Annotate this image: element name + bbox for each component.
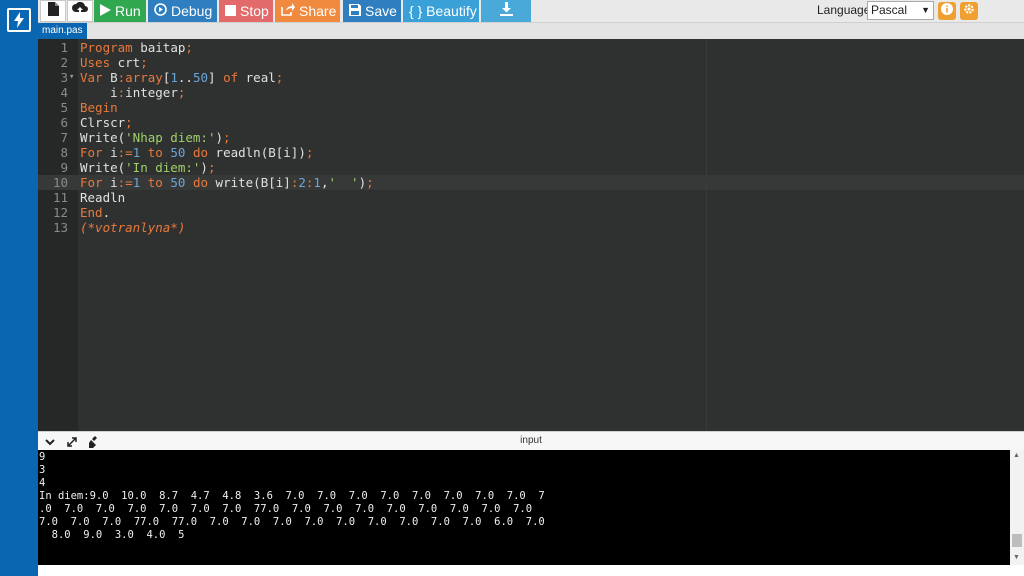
line-number: 9 xyxy=(60,160,68,175)
code-text: Readln xyxy=(80,190,126,205)
code-text: Clrscr; xyxy=(80,115,133,130)
code-text: Program baitap; xyxy=(80,40,193,55)
run-button[interactable]: Run xyxy=(94,0,146,22)
beautify-button[interactable]: { } Beautify xyxy=(403,0,479,22)
code-line[interactable]: 11 Readln xyxy=(38,190,1024,205)
info-icon xyxy=(941,2,953,20)
code-editor[interactable]: 1 Program baitap; 2 Uses crt; 3 ▾ Var B:array[… xyxy=(38,39,1024,431)
scroll-down-icon[interactable]: ▼ xyxy=(1013,554,1020,561)
code-line[interactable]: 2 Uses crt; xyxy=(38,55,1024,70)
code-line[interactable]: 4 i:integer; xyxy=(38,85,1024,100)
download-icon xyxy=(499,0,513,22)
code-line[interactable]: 12 End. xyxy=(38,205,1024,220)
line-number: 11 xyxy=(52,190,68,205)
code-text: For i:=1 to 50 do readln(B[i]); xyxy=(80,145,314,160)
upload-icon xyxy=(72,0,88,22)
console-line: 4 xyxy=(39,477,46,489)
save-label: Save xyxy=(365,3,397,19)
code-text: Write('In diem:'); xyxy=(80,160,216,175)
line-number: 4 xyxy=(60,85,68,100)
beautify-label: { } Beautify xyxy=(409,3,477,19)
code-text: (*votranlyna*) xyxy=(80,220,186,235)
line-number: 8 xyxy=(60,145,68,160)
scroll-up-icon[interactable]: ▲ xyxy=(1013,452,1020,459)
line-number: 3 xyxy=(60,70,68,85)
settings-button[interactable] xyxy=(960,2,978,20)
toolbar: Run Debug Stop Share Save { } Beautify L… xyxy=(38,0,1024,23)
app-logo-icon[interactable] xyxy=(7,8,31,32)
code-text: Uses crt; xyxy=(80,55,148,70)
scrollbar-thumb[interactable] xyxy=(1012,534,1022,547)
console-scrollbar[interactable]: ▲ ▼ xyxy=(1010,450,1024,565)
code-text: Write('Nhap diem:'); xyxy=(80,130,231,145)
code-text: Var B:array[1..50] of real; xyxy=(80,70,284,85)
code-line[interactable]: 8 For i:=1 to 50 do readln(B[i]); xyxy=(38,145,1024,160)
line-number: 12 xyxy=(52,205,68,220)
console-line: 8.0 9.0 3.0 4.0 5 xyxy=(39,529,185,541)
code-text: i:integer; xyxy=(80,85,186,100)
code-line[interactable]: 1 Program baitap; xyxy=(38,40,1024,55)
code-text: Begin xyxy=(80,100,118,115)
console-line: .0 7.0 7.0 7.0 7.0 7.0 7.0 77.0 7.0 7.0 … xyxy=(39,503,533,515)
language-select[interactable]: Pascal ▼ xyxy=(867,1,934,20)
debug-button[interactable]: Debug xyxy=(148,0,217,22)
save-button[interactable]: Save xyxy=(343,0,401,22)
stop-icon xyxy=(225,0,236,22)
language-label: Language xyxy=(817,3,871,17)
io-panel-header: input xyxy=(38,431,1024,450)
language-value: Pascal xyxy=(871,3,908,17)
line-number: 2 xyxy=(60,55,68,70)
code-line[interactable]: 10 For i:=1 to 50 do write(B[i]:2:1,' '); xyxy=(38,175,1024,190)
new-file-icon xyxy=(47,0,59,22)
file-tab-bar: main.pas xyxy=(38,23,1024,39)
save-icon xyxy=(349,0,361,22)
fold-arrow-icon[interactable]: ▾ xyxy=(69,70,74,85)
left-rail xyxy=(0,0,38,576)
play-icon xyxy=(100,0,111,22)
line-number: 5 xyxy=(60,100,68,115)
file-tab-main[interactable]: main.pas xyxy=(38,23,87,39)
code-line[interactable]: 7 Write('Nhap diem:'); xyxy=(38,130,1024,145)
console-line: 7.0 7.0 7.0 77.0 77.0 7.0 7.0 7.0 7.0 7.… xyxy=(39,516,545,528)
info-button[interactable] xyxy=(938,2,956,20)
code-line[interactable]: 3 ▾ Var B:array[1..50] of real; xyxy=(38,70,1024,85)
bottom-strip xyxy=(38,565,1024,576)
line-number: 6 xyxy=(60,115,68,130)
code-line[interactable]: 6 Clrscr; xyxy=(38,115,1024,130)
code-line[interactable]: 5 Begin xyxy=(38,100,1024,115)
code-line[interactable]: 13 (*votranlyna*) xyxy=(38,220,1024,235)
code-text: End. xyxy=(80,205,111,220)
line-number: 10 xyxy=(52,175,68,190)
code-text: For i:=1 to 50 do write(B[i]:2:1,' '); xyxy=(80,175,374,190)
console-line: 3 xyxy=(39,464,46,476)
io-panel-title: input xyxy=(520,435,542,446)
console-line: In diem:9.0 10.0 8.7 4.7 4.8 3.6 7.0 7.0… xyxy=(39,490,545,502)
new-file-button[interactable] xyxy=(40,0,66,22)
share-label: Share xyxy=(299,3,337,19)
upload-button[interactable] xyxy=(67,0,93,22)
stop-label: Stop xyxy=(240,3,269,19)
console-line: 9 xyxy=(39,451,46,463)
gear-icon xyxy=(963,2,975,20)
download-button[interactable] xyxy=(481,0,531,22)
line-number: 7 xyxy=(60,130,68,145)
line-number: 1 xyxy=(60,40,68,55)
console-output[interactable]: 9 3 4 In diem:9.0 10.0 8.7 4.7 4.8 3.6 7.0 … xyxy=(38,450,1010,565)
stop-button[interactable]: Stop xyxy=(219,0,273,22)
debug-label: Debug xyxy=(171,3,213,19)
run-label: Run xyxy=(115,3,141,19)
debug-icon xyxy=(154,0,167,22)
chevron-down-icon: ▼ xyxy=(921,5,930,15)
share-button[interactable]: Share xyxy=(275,0,340,22)
line-number: 13 xyxy=(52,220,68,235)
code-line[interactable]: 9 Write('In diem:'); xyxy=(38,160,1024,175)
share-icon xyxy=(281,0,295,22)
